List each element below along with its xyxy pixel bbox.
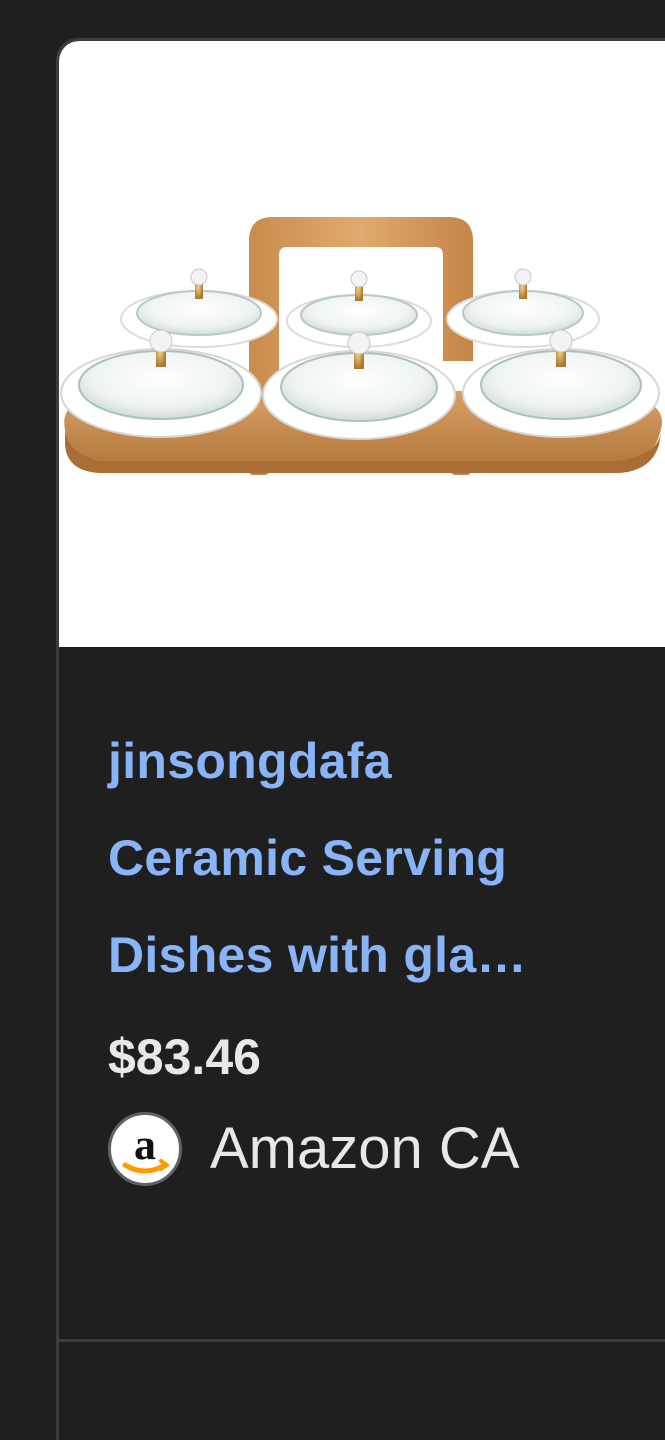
svg-text:a: a (134, 1120, 156, 1169)
ceramic-serving-dishes-image (60, 217, 663, 475)
product-title-line[interactable]: Ceramic Serving (108, 810, 628, 907)
product-title-line[interactable]: jinsongdafa (108, 713, 628, 810)
product-title-link[interactable]: jinsongdafa Ceramic Serving Dishes with … (108, 713, 628, 1004)
merchant-info: a Amazon CA (108, 1109, 519, 1189)
product-price: $83.46 (108, 1029, 261, 1085)
divider (59, 1339, 665, 1342)
product-image[interactable] (59, 41, 665, 647)
merchant-name: Amazon CA (210, 1116, 520, 1181)
shop-now-link[interactable]: Shop now (108, 1421, 348, 1440)
product-title-line[interactable]: Dishes with gla… (108, 907, 628, 1004)
product-card[interactable]: jinsongdafa Ceramic Serving Dishes with … (56, 38, 665, 1440)
amazon-logo-icon: a (108, 1112, 182, 1186)
